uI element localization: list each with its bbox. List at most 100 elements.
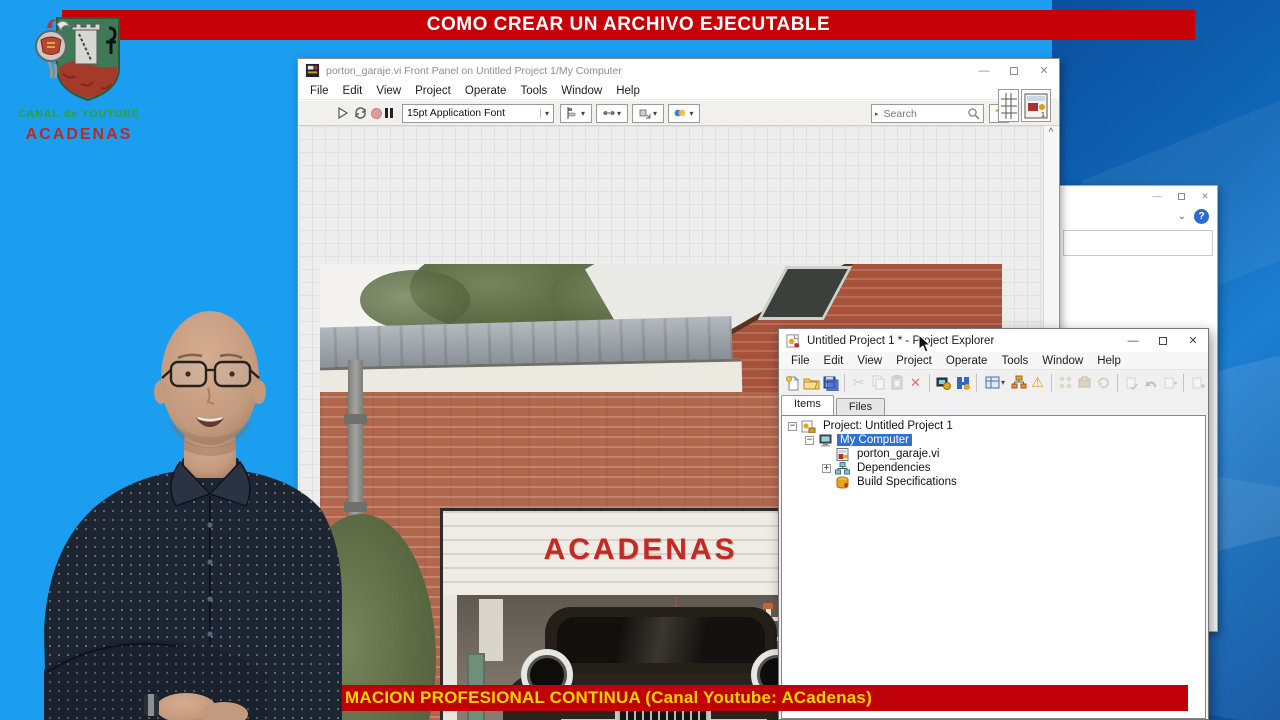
new-vi-icon[interactable] [783,373,802,392]
run-icon[interactable] [336,104,350,122]
help-icon[interactable]: ? [1194,209,1209,224]
menu-edit[interactable]: Edit [336,84,370,98]
refresh-icon[interactable] [1094,373,1113,392]
menu-project[interactable]: Project [408,84,458,98]
search-input[interactable] [882,107,967,121]
menu-operate[interactable]: Operate [458,84,514,98]
close-icon[interactable]: ✕ [1029,59,1059,82]
align-objects-dropdown[interactable]: ▾ [560,104,592,123]
save-all-icon[interactable] [821,373,840,392]
vi-icon-pane[interactable]: 1 [1021,89,1051,122]
tree-item-label: Build Specifications [854,476,960,488]
dependencies-icon [835,462,850,475]
menu-view[interactable]: View [369,84,408,98]
close-icon[interactable]: ✕ [1193,186,1217,206]
menu-help[interactable]: Help [1090,354,1128,368]
front-panel-menubar: FileEditViewProjectOperateToolsWindowHel… [298,82,1059,100]
tree-item-label: Project: Untitled Project 1 [820,420,956,432]
open-project-icon[interactable] [802,373,821,392]
resize-objects-dropdown[interactable]: ▾ [632,104,664,123]
scroll-up-icon[interactable]: ^ [1044,126,1058,140]
tree-item-build-specifications[interactable]: Build Specifications [782,475,1205,489]
warning-icon[interactable]: ⚠ [1028,373,1047,392]
minimize-icon[interactable]: — [969,59,999,82]
connector-pane-icon[interactable] [998,89,1019,122]
my-computer-icon [818,434,833,447]
presenter [28,300,348,720]
tree-item-project-untitled-project-1[interactable]: − Project: Untitled Project 1 [782,419,1205,433]
expand-icon[interactable]: + [822,464,831,473]
resolve-conflicts-icon[interactable] [1056,373,1075,392]
tab-files[interactable]: Files [836,398,885,416]
tree-item-label: porton_garaje.vi [854,448,942,460]
paste-icon[interactable] [887,373,906,392]
top-title-banner: COMO CREAR UN ARCHIVO EJECUTABLE [62,10,1195,40]
cut-icon[interactable]: ✂ [849,373,868,392]
menu-file[interactable]: File [784,354,817,368]
font-selector[interactable]: 15pt Application Font ▾ [402,104,554,123]
search-icon [967,107,980,120]
menu-operate[interactable]: Operate [939,354,995,368]
address-bar[interactable] [1063,230,1213,256]
abort-icon[interactable] [371,104,382,122]
maximize-icon[interactable] [1148,329,1178,352]
save-run-icon[interactable] [953,373,972,392]
project-tree: −Project: Untitled Project 1−My Computer… [781,415,1206,719]
tree-item-my-computer[interactable]: −My Computer [782,433,1205,447]
menu-file[interactable]: File [303,84,336,98]
revert-icon[interactable] [1188,373,1207,392]
tree-item-dependencies[interactable]: +Dependencies [782,461,1205,475]
reorder-dropdown[interactable]: ▾ [668,104,700,123]
commit-icon[interactable] [1122,373,1141,392]
menu-tools[interactable]: Tools [994,354,1035,368]
collapse-icon[interactable]: − [788,422,797,431]
minimize-icon[interactable]: — [1145,186,1169,206]
menu-window[interactable]: Window [554,84,609,98]
pause-icon[interactable] [385,104,393,122]
tree-item-porton-garaje-vi[interactable]: porton_garaje.vi [782,447,1205,461]
menu-window[interactable]: Window [1035,354,1090,368]
menu-help[interactable]: Help [609,84,647,98]
menu-view[interactable]: View [850,354,889,368]
target-settings-icon[interactable] [934,373,953,392]
project-explorer-toolbar: ✂ ✕ ▾ ⚠ [779,370,1208,395]
search-side-icon[interactable]: ▸ [875,110,879,118]
undo-icon[interactable] [1141,373,1160,392]
build-icon[interactable] [1075,373,1094,392]
channel-logo: CANAL de YOUTUBE ACADENAS [14,12,144,144]
front-panel-toolbar: 15pt Application Font ▾ ▾ ▾ ▾ ▾ ▸ ? [298,101,1059,126]
delete-icon[interactable]: ✕ [906,373,925,392]
front-panel-titlebar[interactable]: porton_garaje.vi Front Panel on Untitled… [298,59,1059,82]
maximize-icon[interactable] [1169,186,1193,206]
maximize-icon[interactable] [999,59,1029,82]
svg-text:1: 1 [1041,112,1045,119]
font-selector-value: 15pt Application Font [407,107,505,119]
run-continuous-icon[interactable] [353,104,368,122]
project-explorer-tabs: ItemsFiles [781,395,1206,415]
project-explorer-title: Untitled Project 1 * - Project Explorer [807,335,994,347]
chevron-down-icon[interactable]: ▾ [540,109,549,118]
mouse-cursor [918,334,932,354]
view-columns-dropdown[interactable]: ▾ [981,373,1009,392]
distribute-objects-dropdown[interactable]: ▾ [596,104,628,123]
close-icon[interactable]: ✕ [1178,329,1208,352]
menu-project[interactable]: Project [889,354,939,368]
search-box[interactable]: ▸ [871,104,984,123]
connector-pane-area: 1 [996,89,1051,122]
tab-items[interactable]: Items [781,395,834,415]
video-frame: porton_garaje.vi Front Panel on Untitled… [0,0,1280,720]
minimize-icon[interactable]: — [1118,329,1148,352]
vi-file-icon [835,448,850,461]
update-icon[interactable] [1160,373,1179,392]
file-explorer-titlebar[interactable]: — ✕ [1059,186,1217,206]
labview-vi-icon [305,63,320,78]
menu-tools[interactable]: Tools [513,84,554,98]
collapse-icon[interactable]: − [805,436,814,445]
menu-edit[interactable]: Edit [817,354,851,368]
labview-project-icon [786,333,801,348]
channel-line2: ACADENAS [14,126,144,144]
copy-icon[interactable] [868,373,887,392]
chevron-down-icon[interactable]: ⌄ [1178,211,1186,222]
project-explorer-titlebar[interactable]: Untitled Project 1 * - Project Explorer … [779,329,1208,352]
hierarchy-icon[interactable] [1009,373,1028,392]
